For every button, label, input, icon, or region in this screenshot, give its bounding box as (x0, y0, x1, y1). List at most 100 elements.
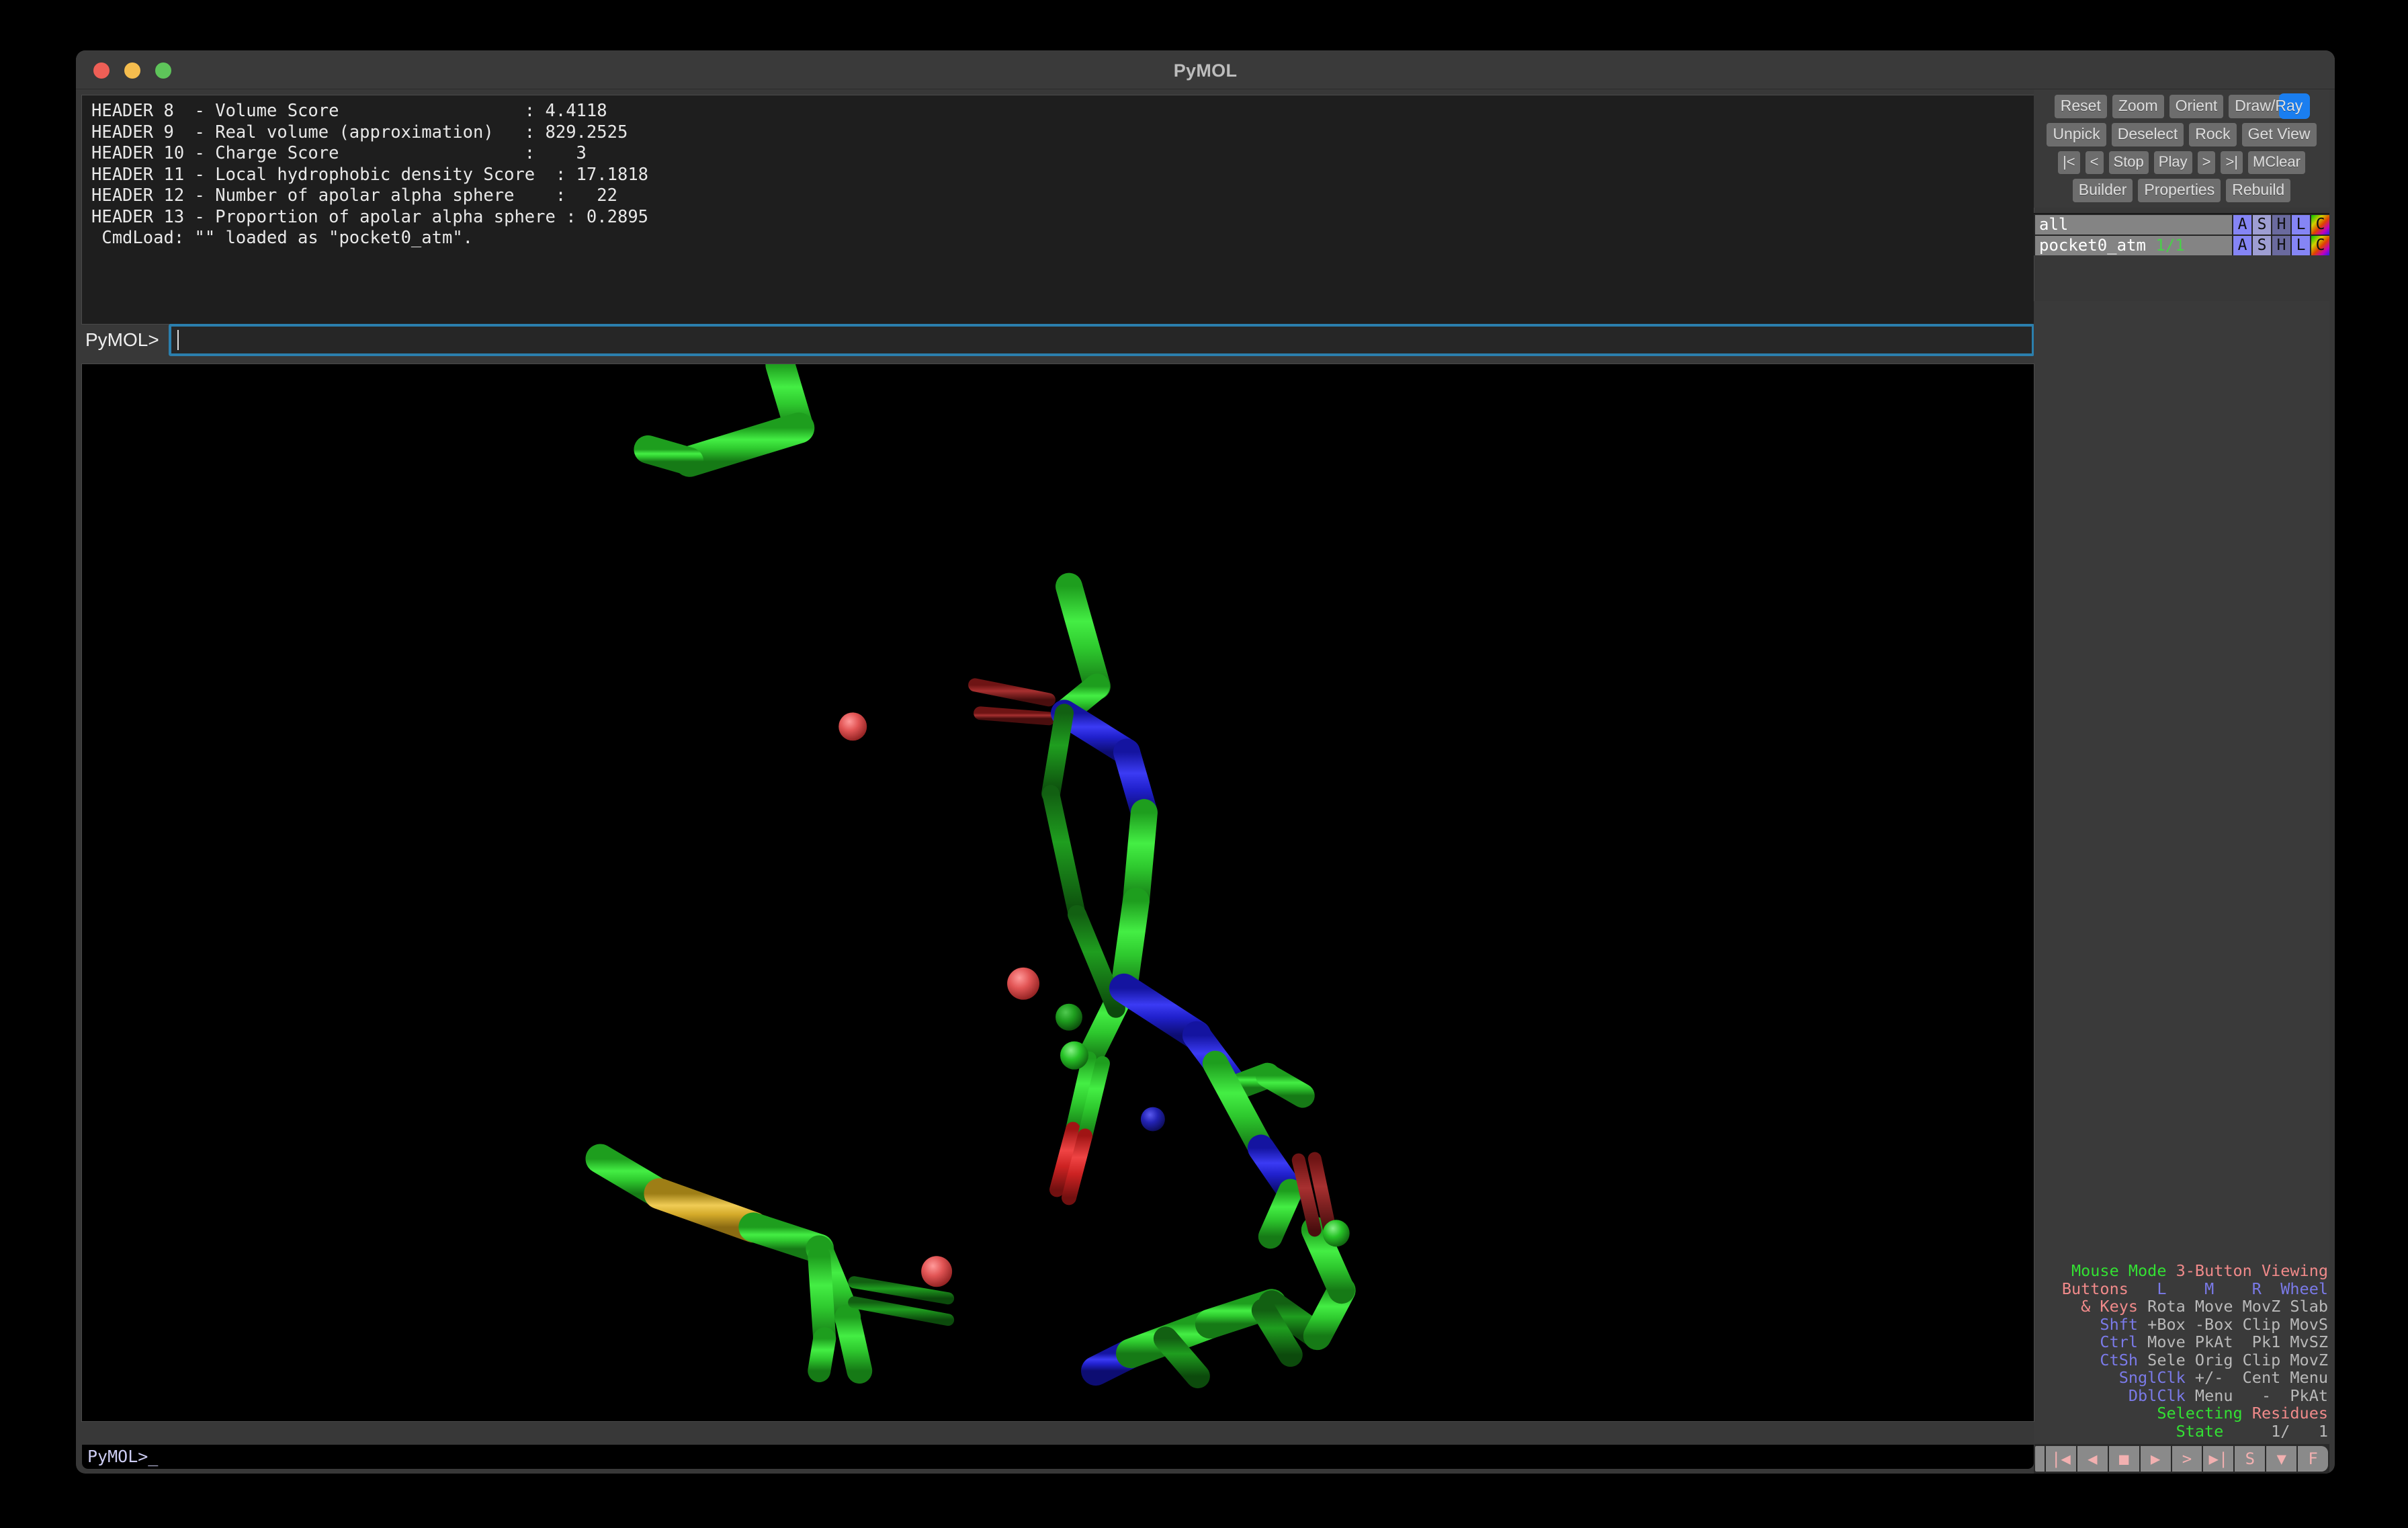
mouse-mode-segment: SnglClk (2109, 1368, 2195, 1387)
movie-first-button[interactable]: |◀ (2046, 1446, 2076, 1472)
window-title: PyMOL (1173, 60, 1238, 81)
rock-button[interactable]: Rock (2189, 123, 2237, 146)
prompt-label: PyMOL> (85, 329, 159, 350)
object-color-button[interactable]: C (2311, 236, 2329, 255)
log-line: HEADER 13 - Proportion of apolar alpha s… (91, 206, 649, 227)
pymol-window: PyMOL HEADER 8 - Volume Score : 4.4118 H… (76, 50, 2335, 1474)
alpha-sphere (1322, 1220, 1350, 1247)
object-label-button[interactable]: L (2292, 215, 2310, 235)
movie-toolbar: |◀ ◀ ■ ▶ > ▶| S ▼ F (2034, 1444, 2329, 1474)
object-action-button[interactable]: A (2233, 236, 2251, 255)
orient-button[interactable]: Orient (2169, 95, 2224, 118)
object-hide-button[interactable]: H (2272, 215, 2290, 235)
object-show-button[interactable]: S (2253, 215, 2271, 235)
mouse-mode-segment: State (2176, 1421, 2262, 1441)
mouse-mode-line: Mouse Mode 3-Button Viewing (2035, 1262, 2328, 1280)
movie-play-button[interactable]: ▶ (2140, 1446, 2171, 1472)
first-frame-button[interactable]: |< (2058, 151, 2080, 174)
movie-sculpt-button[interactable]: S (2235, 1446, 2266, 1472)
object-name[interactable]: pocket0_atm 1/1 (2035, 236, 2232, 255)
builder-button[interactable]: Builder (2072, 179, 2133, 202)
mouse-mode-segment: Move PkAt Pk1 MvSZ (2147, 1332, 2328, 1351)
mouse-mode-segment: +Box -Box Clip MovS (2147, 1314, 2328, 1334)
command-input-wrapper[interactable] (168, 324, 2034, 356)
object-color-button[interactable]: C (2311, 215, 2329, 235)
object-row-pocket0-atm[interactable]: pocket0_atm 1/1 A S H L C (2035, 236, 2329, 255)
viewport-background (82, 364, 2034, 1421)
mouse-mode-legend[interactable]: Mouse Mode 3-Button Viewing Buttons L M … (2034, 1262, 2329, 1441)
mouse-mode-segment: DblClk (2109, 1386, 2195, 1405)
toolbar-grip[interactable] (2035, 1446, 2045, 1472)
deselect-button[interactable]: Deselect (2111, 123, 2184, 146)
button-row-select: Unpick Deselect Rock Get View (2036, 123, 2327, 146)
status-bar: PyMOL>_ (81, 1444, 2034, 1470)
alpha-sphere (838, 712, 867, 741)
prev-frame-button[interactable]: < (2085, 151, 2104, 174)
log-line: HEADER 11 - Local hydrophobic density Sc… (91, 164, 649, 185)
mouse-mode-segment: Ctrl (2061, 1332, 2148, 1351)
get-view-button[interactable]: Get View (2241, 123, 2317, 146)
mouse-mode-line: DblClk Menu - PkAt (2035, 1386, 2328, 1405)
movie-last-button[interactable]: ▶| (2203, 1446, 2234, 1472)
movie-stop-button[interactable]: ■ (2108, 1446, 2139, 1472)
movie-prev-button[interactable]: ◀ (2077, 1446, 2108, 1472)
log-line: HEADER 10 - Charge Score : 3 (91, 143, 587, 163)
movie-menu-button[interactable]: ▼ (2266, 1446, 2297, 1472)
object-action-button[interactable]: A (2233, 215, 2251, 235)
mouse-mode-segment: Mouse Mode (2071, 1261, 2176, 1280)
last-frame-button[interactable]: >| (2221, 151, 2243, 174)
object-label-button[interactable]: L (2292, 236, 2310, 255)
object-name[interactable]: all (2035, 215, 2232, 235)
mouse-mode-line: Ctrl Move PkAt Pk1 MvSZ (2035, 1333, 2328, 1351)
control-panel: Reset Zoom Orient Draw/Ray Unpick Desele… (2034, 89, 2329, 1474)
log-line: CmdLoad: "" loaded as "pocket0_atm". (91, 228, 474, 248)
play-button[interactable]: Play (2153, 151, 2192, 174)
mouse-mode-segment: Rota Move MovZ Slab (2147, 1297, 2328, 1316)
next-frame-button[interactable]: > (2197, 151, 2216, 174)
mouse-mode-segment: Menu - PkAt (2194, 1386, 2328, 1405)
upper-region: HEADER 8 - Volume Score : 4.4118 HEADER … (76, 89, 2335, 325)
mouse-mode-segment: 3-Button Viewing (2176, 1261, 2328, 1280)
properties-button[interactable]: Properties (2138, 179, 2221, 202)
log-line: HEADER 12 - Number of apolar alpha spher… (91, 185, 617, 206)
draw-ray-label: Draw/Ray (2235, 97, 2303, 114)
command-input[interactable] (178, 327, 2026, 353)
command-buttons: Reset Zoom Orient Draw/Ray Unpick Desele… (2034, 89, 2329, 208)
mouse-mode-segment: Residues (2251, 1404, 2328, 1423)
object-show-button[interactable]: S (2253, 236, 2271, 255)
mouse-mode-segment: CtSh (2061, 1350, 2148, 1369)
object-name-text: all (2039, 215, 2069, 234)
object-name-text: pocket0_atm (2039, 236, 2146, 255)
alpha-sphere (1140, 1107, 1165, 1132)
object-state-text: 1/1 (2155, 236, 2185, 255)
zoom-button[interactable]: Zoom (2112, 95, 2164, 118)
log-line: HEADER 8 - Volume Score : 4.4118 (91, 101, 607, 121)
mouse-mode-segment: 1/ 1 (2261, 1421, 2328, 1441)
log-output[interactable]: HEADER 8 - Volume Score : 4.4118 HEADER … (81, 95, 2034, 325)
reset-button[interactable]: Reset (2054, 95, 2107, 118)
molecular-viewport[interactable] (81, 364, 2034, 1422)
alpha-sphere (1056, 1003, 1082, 1031)
mouse-mode-segment: Selecting (2157, 1404, 2252, 1423)
alpha-sphere (1007, 967, 1040, 1000)
mouse-mode-segment: L M R Wheel (2138, 1279, 2328, 1298)
mouse-mode-line: CtSh Sele Orig Clip MovZ (2035, 1351, 2328, 1369)
draw-ray-button[interactable]: Draw/Ray (2229, 93, 2311, 119)
object-list: all A S H L C pocket0_atm 1/1 A S H L C (2034, 213, 2329, 255)
alpha-sphere (1060, 1041, 1088, 1070)
object-hide-button[interactable]: H (2272, 236, 2290, 255)
mouse-mode-segment: & Keys (2061, 1297, 2148, 1316)
button-row-view: Reset Zoom Orient Draw/Ray (2036, 93, 2327, 119)
alpha-sphere (921, 1256, 953, 1287)
mouse-mode-segment: Shft (2061, 1314, 2148, 1334)
movie-next-button[interactable]: > (2172, 1446, 2202, 1472)
mouse-mode-line: & Keys Rota Move MovZ Slab (2035, 1298, 2328, 1316)
mouse-mode-line: State 1/ 1 (2035, 1421, 2328, 1441)
stop-button[interactable]: Stop (2108, 151, 2149, 174)
button-row-tools: Builder Properties Rebuild (2036, 179, 2327, 202)
mclear-button[interactable]: MClear (2248, 151, 2305, 174)
movie-full-button[interactable]: F (2298, 1446, 2329, 1472)
object-row-all[interactable]: all A S H L C (2035, 215, 2329, 235)
unpick-button[interactable]: Unpick (2047, 123, 2106, 146)
rebuild-button[interactable]: Rebuild (2226, 179, 2291, 202)
